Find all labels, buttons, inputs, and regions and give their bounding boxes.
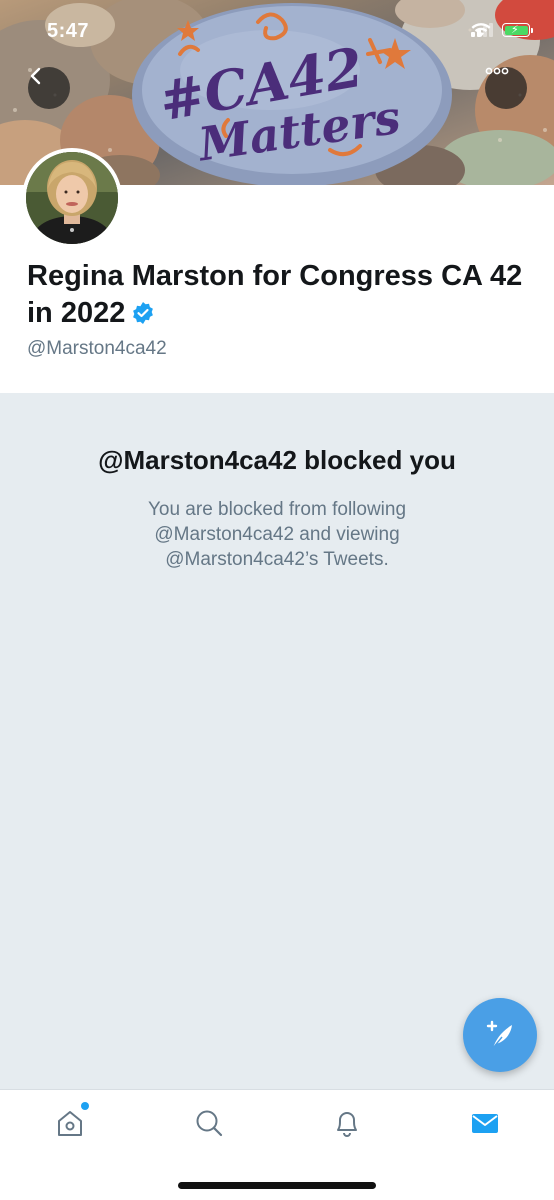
mail-icon (472, 1114, 498, 1133)
profile-handle: @Marston4ca42 (27, 338, 167, 359)
profile-display-name-row: Regina Marston for Congress CA 42 in 202… (27, 258, 527, 332)
blocked-description: You are blocked from following @Marston4… (147, 499, 407, 570)
profile-screen: #CA42 Matters 5:47 ⚡ Regina Marston for … (0, 0, 554, 1200)
tab-notifications[interactable] (330, 1106, 364, 1140)
blocked-notice: @Marston4ca42 blocked you You are blocke… (0, 393, 554, 1089)
tab-messages[interactable] (468, 1106, 502, 1140)
profile-avatar[interactable] (22, 148, 122, 248)
battery-charging-icon: ⚡ (502, 23, 533, 37)
profile-info: Regina Marston for Congress CA 42 in 202… (27, 258, 527, 360)
bell-icon (337, 1112, 357, 1137)
home-indicator[interactable] (178, 1182, 376, 1189)
tab-home[interactable] (53, 1102, 89, 1140)
compose-feather-icon (486, 1020, 512, 1049)
more-dots-icon (485, 67, 509, 75)
status-time: 5:47 (47, 20, 90, 42)
chevron-left-icon (30, 67, 41, 85)
wifi-icon (471, 23, 491, 37)
home-notification-dot (81, 1102, 89, 1110)
more-options-button[interactable] (485, 67, 527, 109)
status-indicators: ⚡ (471, 23, 533, 37)
profile-display-name: Regina Marston for Congress CA 42 in 202… (27, 260, 523, 329)
blocked-title: @Marston4ca42 blocked you (98, 445, 456, 475)
search-icon (196, 1110, 223, 1137)
home-icon (58, 1111, 82, 1136)
verified-badge-icon (133, 302, 154, 324)
back-button[interactable] (28, 67, 70, 109)
compose-tweet-button[interactable] (463, 998, 537, 1072)
avatar-photo (26, 152, 118, 244)
tab-search[interactable] (192, 1106, 226, 1140)
